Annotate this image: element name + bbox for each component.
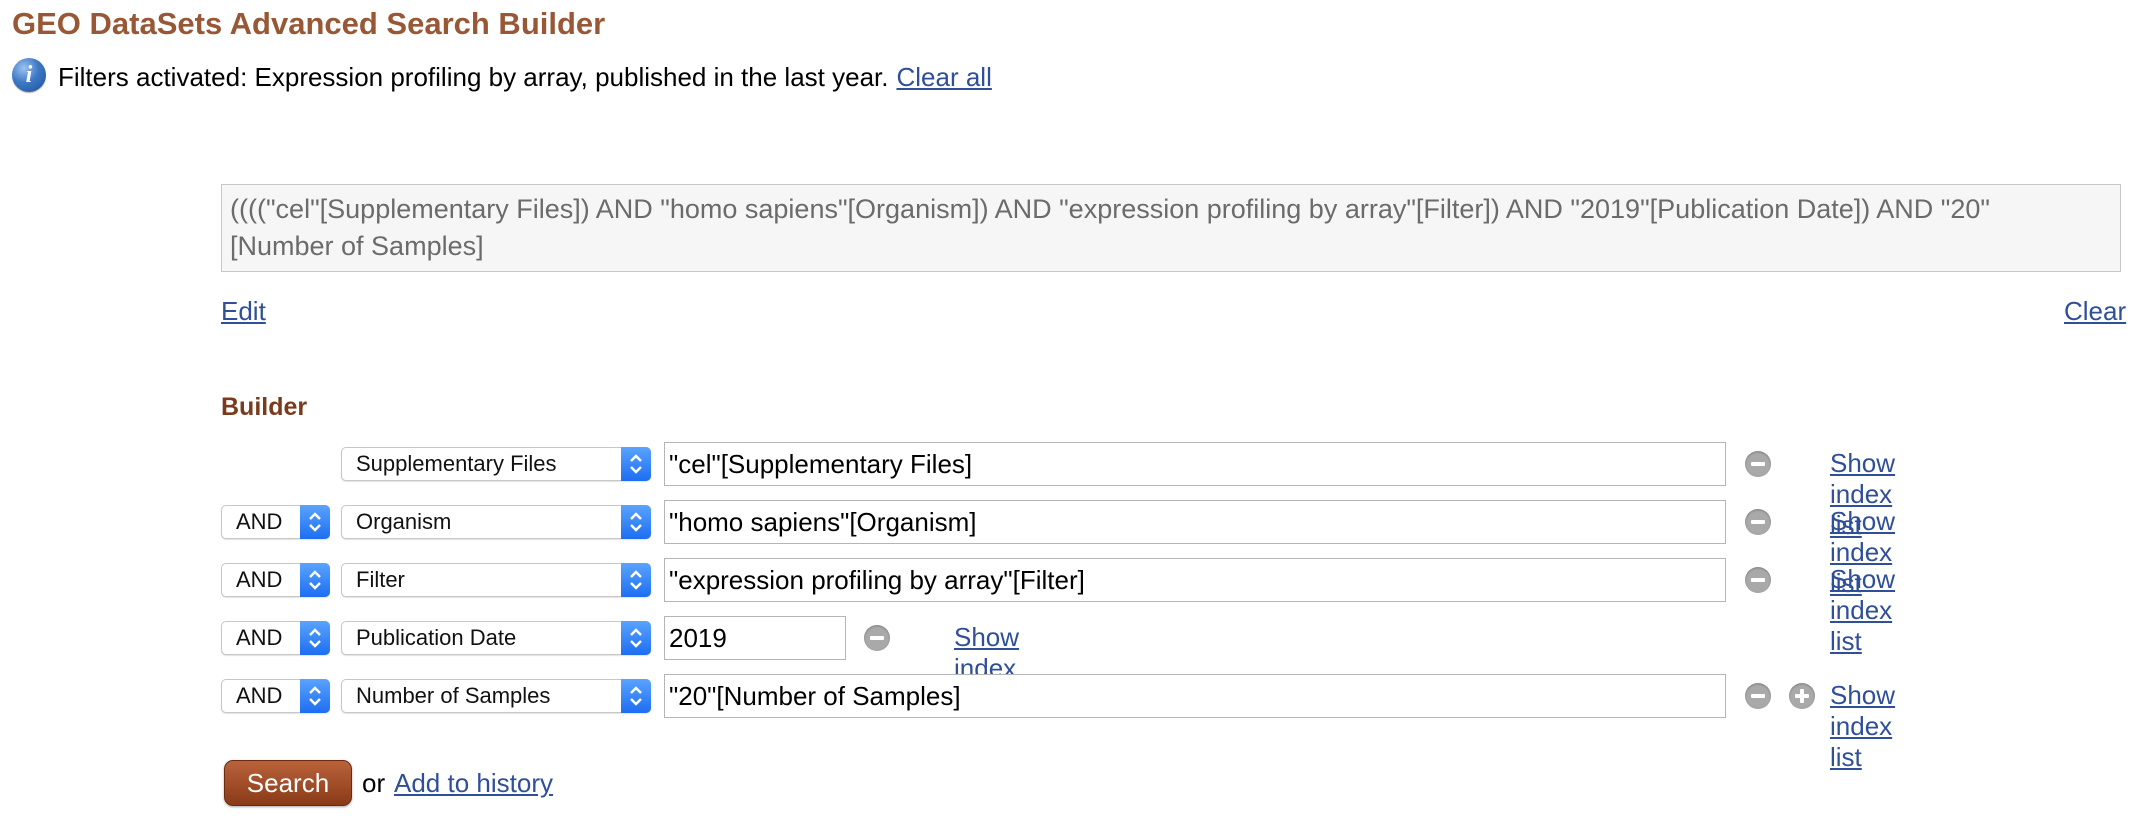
field-select[interactable]: Filter [341, 563, 651, 597]
field-select[interactable]: Supplementary Files [341, 447, 651, 481]
remove-row-icon[interactable] [864, 625, 890, 651]
chevron-updown-icon [300, 621, 330, 655]
chevron-updown-icon [621, 505, 651, 539]
filters-text: Filters activated: Expression profiling … [58, 62, 889, 92]
or-text: or [362, 768, 386, 798]
chevron-updown-icon [621, 447, 651, 481]
operator-select-value: AND [236, 509, 283, 534]
operator-select[interactable]: AND [221, 621, 330, 655]
operator-select-value: AND [236, 625, 283, 650]
field-select-value: Publication Date [356, 625, 517, 650]
remove-row-icon[interactable] [1745, 509, 1771, 535]
chevron-updown-icon [300, 505, 330, 539]
chevron-updown-icon [300, 563, 330, 597]
remove-row-icon[interactable] [1745, 451, 1771, 477]
operator-select[interactable]: AND [221, 505, 330, 539]
show-index-list-link[interactable]: Show index list [1830, 564, 1895, 657]
term-input[interactable]: "expression profiling by array"[Filter] [664, 558, 1726, 602]
field-select-value: Number of Samples [356, 683, 551, 708]
publication-date-input[interactable]: 2019 [664, 616, 846, 660]
search-button[interactable]: Search [224, 760, 352, 806]
field-select-value: Filter [356, 567, 405, 592]
operator-select-value: AND [236, 567, 283, 592]
chevron-updown-icon [621, 563, 651, 597]
query-box[interactable]: (((("cel"[Supplementary Files]) AND "hom… [221, 184, 2121, 272]
clear-all-link[interactable]: Clear all [896, 62, 991, 93]
show-index-list-link[interactable]: Show index list [1830, 680, 1895, 773]
field-select[interactable]: Organism [341, 505, 651, 539]
remove-row-icon[interactable] [1745, 683, 1771, 709]
field-select[interactable]: Publication Date [341, 621, 651, 655]
chevron-updown-icon [300, 679, 330, 713]
operator-select-value: AND [236, 683, 283, 708]
chevron-updown-icon [621, 679, 651, 713]
add-to-history-link[interactable]: Add to history [394, 768, 553, 799]
field-select-value: Supplementary Files [356, 451, 557, 476]
add-row-icon[interactable] [1789, 683, 1815, 709]
filters-notice: i Filters activated: Expression profilin… [12, 57, 992, 93]
operator-select[interactable]: AND [221, 563, 330, 597]
clear-query-link[interactable]: Clear [2064, 296, 2126, 327]
remove-row-icon[interactable] [1745, 567, 1771, 593]
term-input[interactable]: "cel"[Supplementary Files] [664, 442, 1726, 486]
field-select[interactable]: Number of Samples [341, 679, 651, 713]
page-title: GEO DataSets Advanced Search Builder [12, 6, 606, 41]
chevron-updown-icon [621, 621, 651, 655]
builder-heading: Builder [221, 393, 308, 421]
info-icon: i [12, 57, 46, 92]
field-select-value: Organism [356, 509, 452, 534]
edit-query-link[interactable]: Edit [221, 296, 266, 327]
term-input[interactable]: "homo sapiens"[Organism] [664, 500, 1726, 544]
term-input[interactable]: "20"[Number of Samples] [664, 674, 1726, 718]
operator-select[interactable]: AND [221, 679, 330, 713]
